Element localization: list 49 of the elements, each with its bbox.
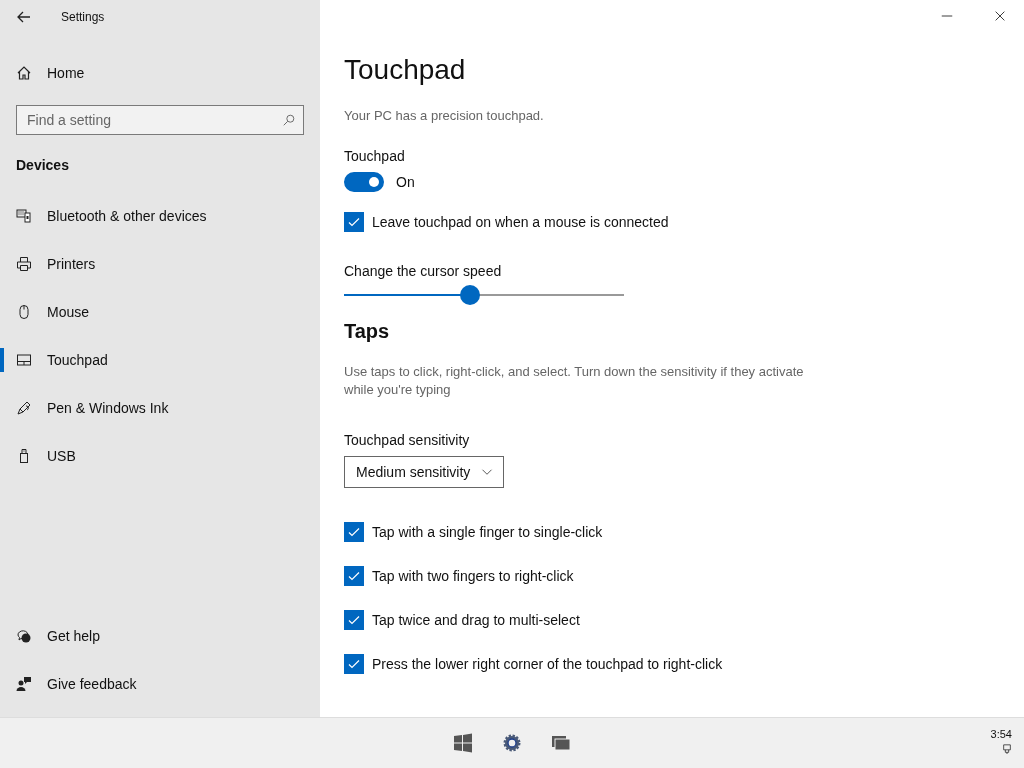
sidebar-link[interactable]: Give feedback bbox=[0, 660, 320, 708]
checkbox-label: Tap with two fingers to right-click bbox=[372, 568, 574, 584]
section-description: Use taps to click, right-click, and select. Turn down the sensitivity if they activate while you're typing bbox=[344, 363, 804, 399]
keyboard-device-icon bbox=[16, 208, 32, 224]
toggle-switch[interactable] bbox=[344, 172, 384, 192]
sidebar-item[interactable]: Bluetooth & other devices bbox=[0, 192, 320, 240]
touchpad-icon bbox=[16, 352, 32, 368]
home-link[interactable]: Home bbox=[0, 49, 320, 97]
window-title: Settings bbox=[61, 9, 105, 24]
search-icon bbox=[282, 113, 296, 127]
clock-time: 3:54 bbox=[990, 728, 1012, 740]
home-icon bbox=[16, 65, 32, 81]
sidebar-link[interactable]: Get help bbox=[0, 612, 320, 660]
slider-label: Change the cursor speed bbox=[344, 263, 503, 279]
checkbox[interactable] bbox=[344, 654, 364, 674]
dropdown-label: Touchpad sensitivity bbox=[344, 432, 471, 448]
checkbox-label: Leave touchpad on when a mouse is connected bbox=[372, 214, 669, 230]
checkbox[interactable] bbox=[344, 212, 364, 232]
printer-icon bbox=[16, 256, 32, 272]
checkbox[interactable] bbox=[344, 522, 364, 542]
settings-icon[interactable] bbox=[502, 733, 522, 753]
windows-logo-icon[interactable] bbox=[453, 733, 473, 753]
checkbox-label: Tap twice and drag to multi-select bbox=[372, 612, 580, 628]
pen-icon bbox=[16, 400, 32, 416]
cursor-speed-slider[interactable] bbox=[344, 285, 624, 305]
checkbox[interactable] bbox=[344, 610, 364, 630]
checkbox[interactable] bbox=[344, 566, 364, 586]
sidebar-item[interactable]: USB bbox=[0, 432, 320, 480]
checkbox-label: Press the lower right corner of the touchpad to right-click bbox=[372, 656, 723, 672]
section-heading: Taps bbox=[344, 320, 391, 343]
slider-thumb[interactable] bbox=[460, 285, 480, 305]
checkbox-label: Tap with a single finger to single-click bbox=[372, 524, 603, 540]
tray-plug-icon[interactable] bbox=[1002, 743, 1012, 755]
task-view-icon[interactable] bbox=[551, 733, 571, 753]
toggle-label: Touchpad bbox=[344, 148, 406, 164]
sidebar-item[interactable]: Printers bbox=[0, 240, 320, 288]
sidebar-item[interactable]: Touchpad bbox=[0, 336, 320, 384]
close-icon[interactable] bbox=[993, 9, 1007, 23]
section-heading: Devices bbox=[15, 157, 70, 175]
page-title: Touchpad bbox=[344, 54, 467, 86]
sidebar-item[interactable]: Mouse bbox=[0, 288, 320, 336]
person-speech-icon bbox=[16, 676, 32, 692]
help-chat-icon bbox=[16, 628, 32, 644]
sidebar-item[interactable]: Pen & Windows Ink bbox=[0, 384, 320, 432]
toggle-state-text: On bbox=[396, 174, 415, 190]
page-description: Your PC has a precision touchpad. bbox=[344, 108, 545, 123]
search-field[interactable]: Find a setting bbox=[16, 105, 304, 135]
sensitivity-dropdown[interactable]: Medium sensitivity bbox=[344, 456, 504, 488]
mouse-icon bbox=[16, 304, 32, 320]
